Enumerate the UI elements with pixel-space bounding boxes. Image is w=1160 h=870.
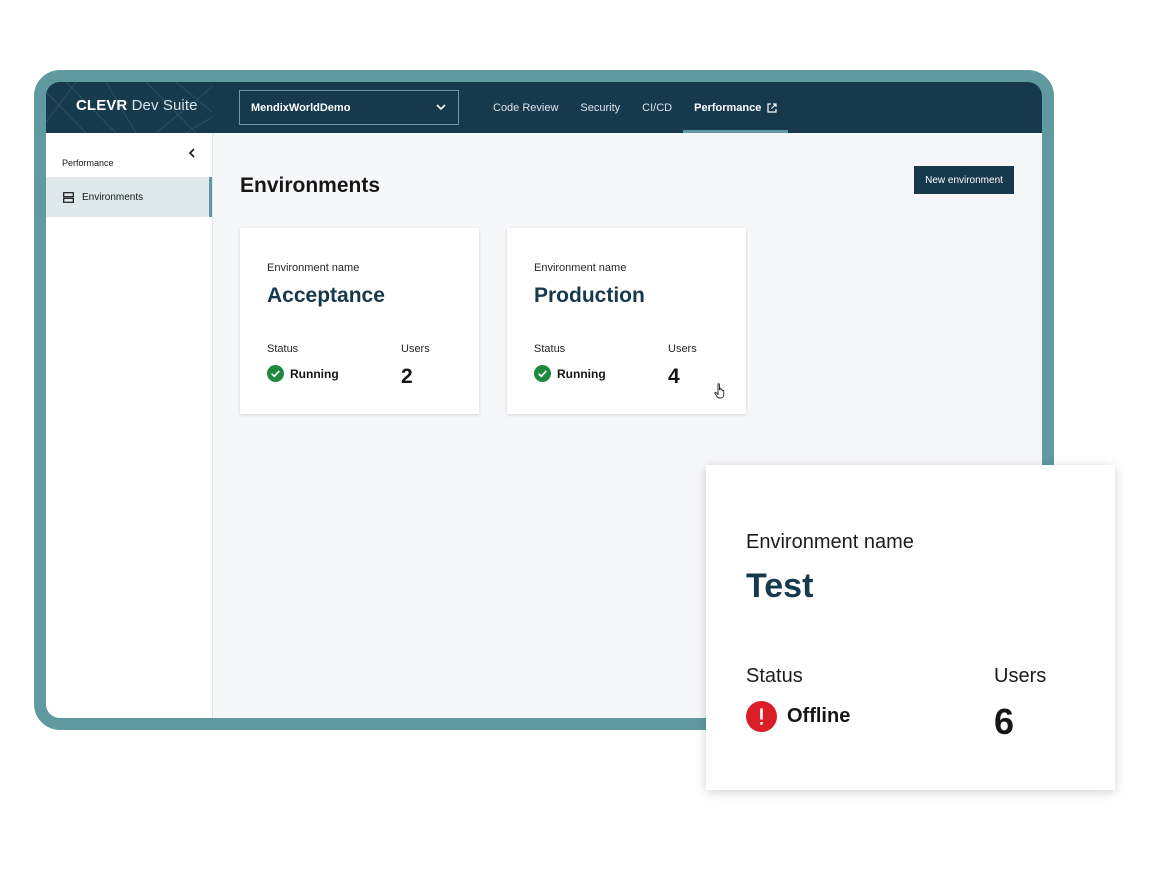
environment-name: Test: [746, 567, 814, 605]
status-text: Running: [557, 366, 606, 381]
brand-suffix: Dev Suite: [127, 97, 198, 114]
status-text: Running: [290, 366, 339, 381]
top-navigation-bar: CLEVR Dev Suite MendixWorldDemo Code Rev…: [46, 82, 1042, 133]
users-count: 6: [994, 701, 1015, 742]
environment-name: Production: [534, 284, 645, 307]
nav-item-performance[interactable]: Performance: [683, 82, 789, 133]
checkmark-circle-icon: [534, 365, 551, 382]
environment-name: Acceptance: [267, 284, 385, 307]
sidebar-item-environments[interactable]: Environments: [46, 177, 212, 217]
users-count: 4: [668, 365, 680, 388]
external-link-icon: [767, 102, 777, 113]
nav-item-security[interactable]: Security: [569, 82, 631, 133]
main-nav: Code Review Security CI/CD Performance: [482, 82, 789, 133]
brand-text: CLEVR Dev Suite: [76, 97, 198, 114]
checkmark-circle-icon: [267, 365, 284, 382]
sidebar: Performance Environments: [46, 133, 213, 718]
sidebar-section-title: Performance: [62, 158, 114, 168]
page-title: Environments: [240, 174, 381, 197]
error-circle-icon: [746, 701, 777, 732]
environment-name-label: Environment name: [534, 262, 627, 274]
brand-logo[interactable]: CLEVR Dev Suite: [46, 82, 212, 133]
chevron-down-icon: [436, 104, 446, 111]
brand-name: CLEVR: [76, 97, 128, 114]
users-label: Users: [401, 343, 430, 355]
status-label: Status: [534, 343, 566, 355]
sidebar-item-label: Environments: [82, 191, 144, 203]
status-label: Status: [267, 343, 299, 355]
server-icon: [63, 191, 74, 203]
environment-name-label: Environment name: [267, 262, 360, 274]
status-label: Status: [746, 665, 803, 687]
users-count: 2: [401, 365, 413, 388]
status-indicator: Running: [534, 365, 606, 382]
nav-item-ci-cd[interactable]: CI/CD: [631, 82, 683, 133]
status-indicator: Offline: [746, 701, 850, 732]
app-selector-value: MendixWorldDemo: [251, 101, 351, 114]
app-selector-dropdown[interactable]: MendixWorldDemo: [239, 90, 459, 125]
hand-pointer-cursor-icon: [714, 383, 725, 399]
new-environment-button[interactable]: New environment: [914, 166, 1014, 194]
status-indicator: Running: [267, 365, 339, 382]
environment-card-test-zoomed[interactable]: Environment name Test Status Users Offli…: [706, 465, 1115, 790]
environment-name-label: Environment name: [746, 531, 914, 553]
users-label: Users: [994, 665, 1047, 687]
chevron-left-icon[interactable]: [187, 148, 197, 158]
nav-item-code-review[interactable]: Code Review: [482, 82, 569, 133]
users-label: Users: [668, 343, 697, 355]
status-text: Offline: [787, 705, 851, 727]
environment-card-production[interactable]: Environment name Production Status Users…: [507, 228, 746, 414]
environment-card-acceptance[interactable]: Environment name Acceptance Status Users…: [240, 228, 479, 414]
